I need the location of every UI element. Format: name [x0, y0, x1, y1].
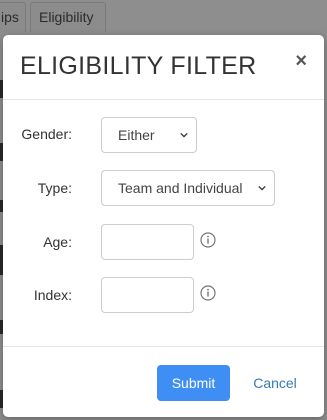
age-label: Age: — [43, 234, 72, 250]
type-select-value: Team and Individual — [118, 180, 243, 196]
type-select[interactable]: Team and Individual — [101, 170, 275, 206]
background-tab-eligibility: Eligibility — [30, 2, 106, 32]
index-label: Index: — [33, 287, 72, 303]
cancel-button[interactable]: Cancel — [249, 365, 301, 401]
index-input[interactable] — [101, 277, 194, 313]
chevron-down-icon — [258, 185, 266, 191]
gender-select-value: Either — [118, 127, 155, 143]
modal-title: ELIGIBILITY FILTER — [20, 52, 257, 80]
gender-label: Gender: — [21, 126, 72, 142]
modal-header: ELIGIBILITY FILTER × — [3, 35, 324, 100]
info-icon[interactable] — [200, 285, 216, 301]
modal-footer: Submit Cancel — [3, 346, 324, 418]
type-label: Type: — [37, 180, 72, 196]
gender-select[interactable]: Either — [101, 117, 197, 153]
submit-button[interactable]: Submit — [157, 365, 230, 401]
background-tabs: ips Eligibility — [0, 0, 327, 34]
close-button[interactable]: × — [295, 51, 307, 71]
age-input[interactable] — [101, 224, 194, 260]
info-icon[interactable] — [200, 232, 216, 248]
background-tab: ips — [0, 2, 26, 32]
eligibility-filter-modal: ELIGIBILITY FILTER × Gender: Either Type… — [3, 35, 324, 417]
chevron-down-icon — [180, 132, 188, 138]
